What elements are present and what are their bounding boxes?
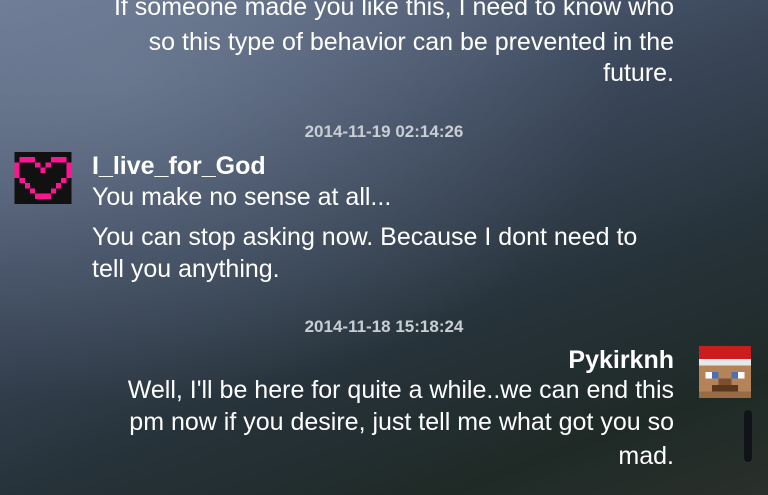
chat-thread[interactable]: If someone made you like this, I need to…: [0, 0, 768, 495]
santa-hat-face-icon[interactable]: [696, 346, 754, 398]
username-label[interactable]: I_live_for_God: [92, 152, 266, 181]
message-line: pm now if you desire, just tell me what …: [129, 408, 674, 436]
pink-heart-icon[interactable]: [14, 152, 72, 204]
message-timestamp: 2014-11-19 02:14:26: [304, 122, 464, 141]
username-label[interactable]: Pykirknh: [568, 346, 674, 375]
message-line: Well, I'll be here for quite a while..we…: [127, 376, 674, 404]
message-line: tell you anything.: [92, 255, 280, 283]
message-line: so this type of behavior can be prevente…: [148, 28, 674, 56]
message-line: If someone made you like this, I need to…: [113, 0, 674, 21]
message-line: future.: [603, 59, 674, 87]
scrollbar-thumb[interactable]: [744, 410, 752, 462]
message-timestamp: 2014-11-18 15:18:24: [304, 317, 464, 336]
message-line: mad.: [618, 442, 674, 470]
message-line: You make no sense at all...: [92, 183, 392, 211]
message-line: You can stop asking now. Because I dont …: [92, 223, 638, 251]
